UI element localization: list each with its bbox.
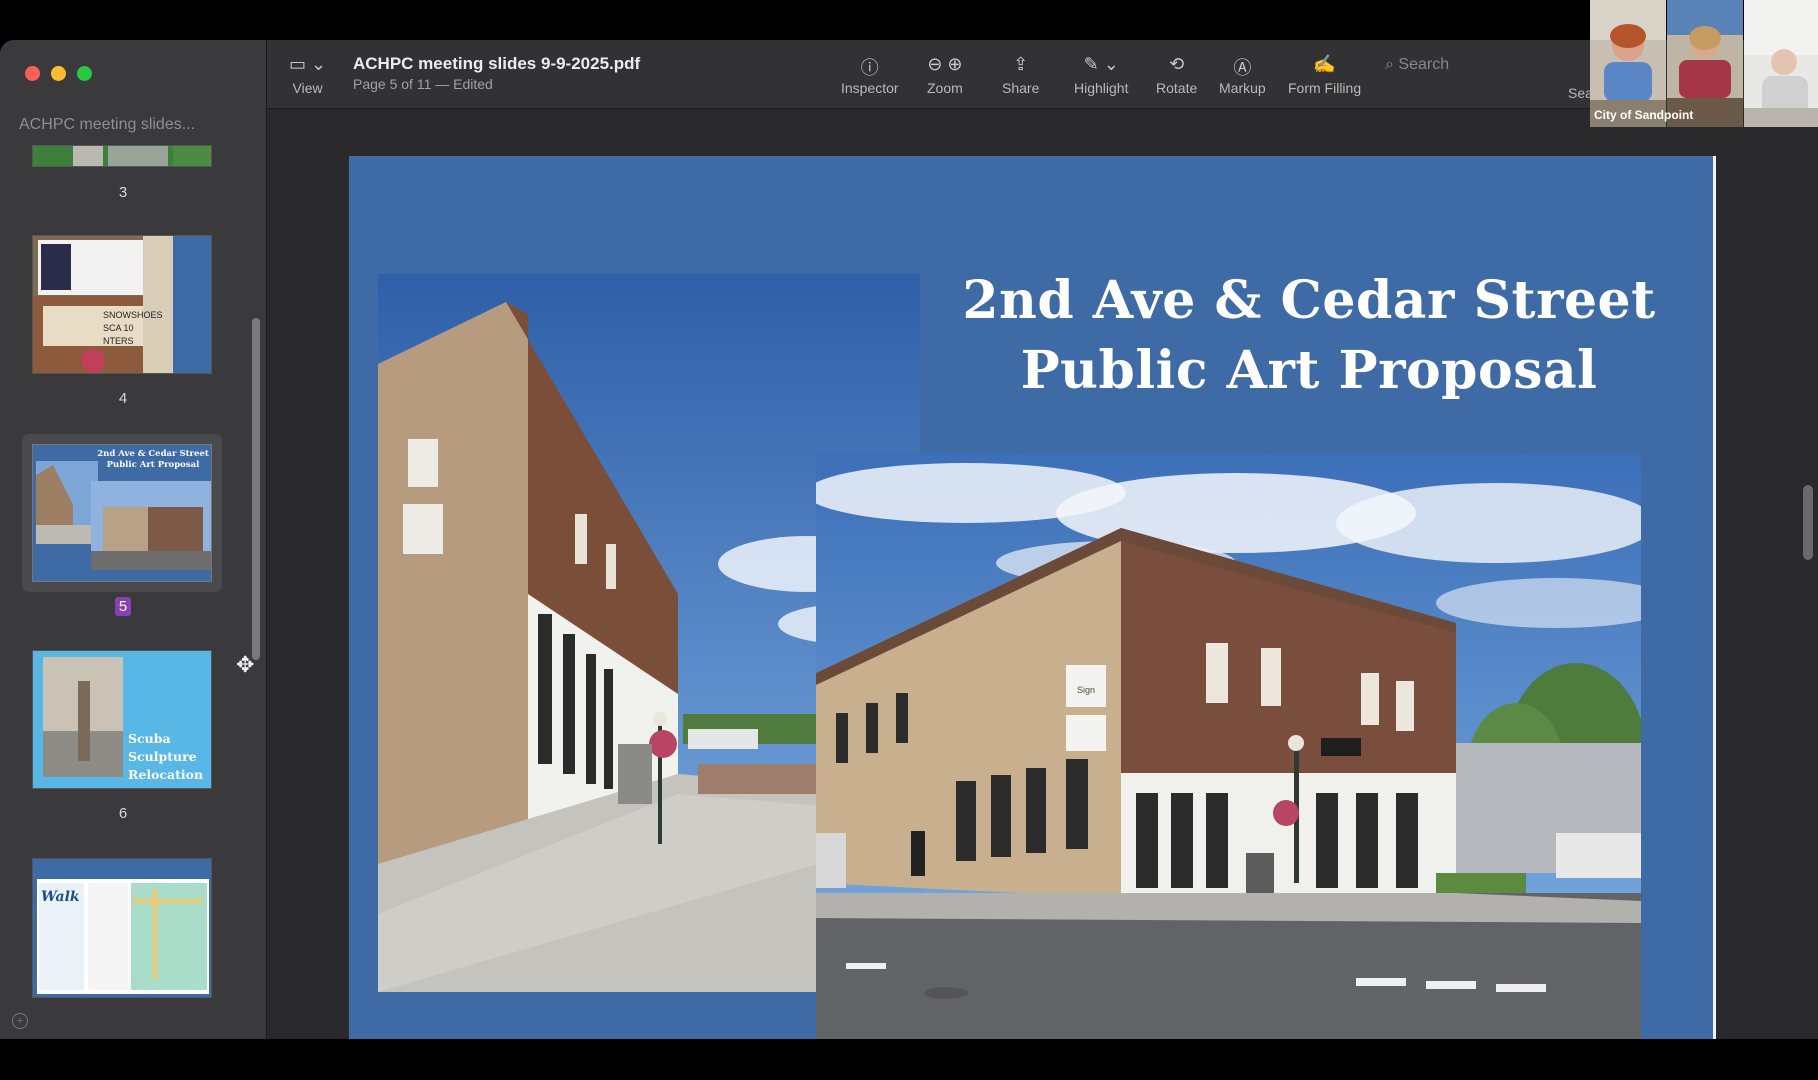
zoom-icons: ⊖ ⊕ xyxy=(927,54,963,74)
inspector-button[interactable]: ⓘ Inspector xyxy=(841,54,899,96)
participant-3-video xyxy=(1744,0,1818,127)
search-field[interactable]: ⌕ Search xyxy=(1385,56,1449,74)
page-7-thumb-image: Walk xyxy=(33,859,211,997)
highlight-button[interactable]: ✎ ⌄ Highlight xyxy=(1074,54,1128,96)
share-button[interactable]: ⇪ Share xyxy=(1002,54,1039,96)
share-label: Share xyxy=(1002,80,1040,96)
rotate-label: Rotate xyxy=(1156,80,1198,96)
thumb5-title-a: 2nd Ave & Cedar Street xyxy=(97,449,209,459)
slide-title-line-1: 2nd Ave & Cedar Street xyxy=(962,270,1656,331)
video-tile-participant-3[interactable] xyxy=(1744,0,1818,127)
form-filling-icon: ✍ xyxy=(1313,54,1336,74)
document-canvas[interactable]: 2nd Ave & Cedar Street Public Art Propos… xyxy=(267,109,1818,1039)
highlight-pen-icon: ✎ ⌄ xyxy=(1083,54,1119,74)
sidebar-scrollbar[interactable] xyxy=(252,318,260,660)
inspector-label: Inspector xyxy=(841,80,899,96)
sidebar-toggle-icon: ▭ ⌄ xyxy=(289,54,327,74)
slide-title-line-2: Public Art Proposal xyxy=(1020,340,1598,401)
markup-button[interactable]: Ⓐ Markup xyxy=(1219,54,1266,96)
thumb4-text-b: SCA 10 xyxy=(103,323,134,333)
page-thumbnail-6[interactable]: Scuba Sculpture Relocation xyxy=(32,650,212,789)
slide-title: 2nd Ave & Cedar Street Public Art Propos… xyxy=(949,266,1669,406)
zoom-label: Zoom xyxy=(927,80,963,96)
building-street-image: Sign xyxy=(816,453,1641,1039)
thumb6-text-b: Sculpture xyxy=(128,749,197,764)
minimize-window-button[interactable] xyxy=(51,66,66,81)
store-sign-text: Sign xyxy=(1077,685,1095,695)
page-thumbnail-5[interactable]: 2nd Ave & Cedar Street Public Art Propos… xyxy=(32,444,212,582)
markup-pen-icon: Ⓐ xyxy=(1233,58,1252,78)
fullscreen-window-button[interactable] xyxy=(77,66,92,81)
thumb4-text-c: NTERS xyxy=(103,336,134,346)
move-cursor-icon: ✥ xyxy=(236,652,255,677)
info-icon: ⓘ xyxy=(860,58,879,78)
slide-page-5: 2nd Ave & Cedar Street Public Art Propos… xyxy=(349,156,1713,1039)
close-window-button[interactable] xyxy=(25,66,40,81)
page-number-5: 5 xyxy=(0,597,246,616)
building-street-photo: Sign xyxy=(816,453,1641,1039)
page-6-thumb-image: Scuba Sculpture Relocation xyxy=(33,651,211,788)
toolbar: ▭ ⌄ View ACHPC meeting slides 9-9-2025.p… xyxy=(267,40,1818,109)
thumb6-text-a: Scuba xyxy=(128,731,171,746)
document-title: ACHPC meeting slides 9-9-2025.pdf xyxy=(353,54,641,73)
page-4-thumb-image: SNOWSHOES SCA 10 NTERS xyxy=(33,236,211,373)
page-edge xyxy=(1713,156,1716,1039)
page-thumbnail-7[interactable]: Walk xyxy=(32,858,212,998)
participant-name-label: City of Sandpoint xyxy=(1594,108,1694,122)
page-number-3: 3 xyxy=(118,184,128,201)
thumb4-text-a: SNOWSHOES xyxy=(103,310,163,320)
thumb7-text: Walk xyxy=(41,889,80,905)
page-5-thumb-image: 2nd Ave & Cedar Street Public Art Propos… xyxy=(33,445,211,581)
add-page-icon[interactable]: + xyxy=(12,1013,28,1029)
thumb5-title-b: Public Art Proposal xyxy=(107,460,201,470)
page-number-4: 4 xyxy=(118,390,128,407)
page-thumbnail-3[interactable] xyxy=(32,145,212,167)
markup-label: Markup xyxy=(1219,80,1266,96)
search-placeholder: Search xyxy=(1398,56,1450,73)
view-menu-button[interactable]: ▭ ⌄ View xyxy=(289,54,326,96)
thumbnail-sidebar: ACHPC meeting slides... 3 SNOWSHOES SCA … xyxy=(0,40,267,1039)
highlight-label: Highlight xyxy=(1074,80,1129,96)
preview-window: ACHPC meeting slides... 3 SNOWSHOES SCA … xyxy=(0,40,1818,1039)
sidebar-document-title: ACHPC meeting slides... xyxy=(19,116,196,133)
page-3-thumb-image xyxy=(33,146,211,166)
document-status: Page 5 of 11 — Edited xyxy=(353,76,493,92)
page-thumbnail-4[interactable]: SNOWSHOES SCA 10 NTERS xyxy=(32,235,212,374)
search-icon: ⌕ xyxy=(1385,56,1394,73)
page-number-6: 6 xyxy=(118,805,128,822)
document-scrollbar[interactable] xyxy=(1803,485,1813,560)
rotate-button[interactable]: ⟲ Rotate xyxy=(1156,54,1197,96)
rotate-icon: ⟲ xyxy=(1169,54,1185,74)
form-filling-button[interactable]: ✍ Form Filling xyxy=(1288,54,1361,96)
zoom-button[interactable]: ⊖ ⊕ Zoom xyxy=(927,54,963,96)
view-label: View xyxy=(292,80,323,96)
thumb6-text-c: Relocation xyxy=(128,767,203,782)
form-filling-label: Form Filling xyxy=(1288,80,1362,96)
share-icon: ⇪ xyxy=(1013,54,1029,74)
